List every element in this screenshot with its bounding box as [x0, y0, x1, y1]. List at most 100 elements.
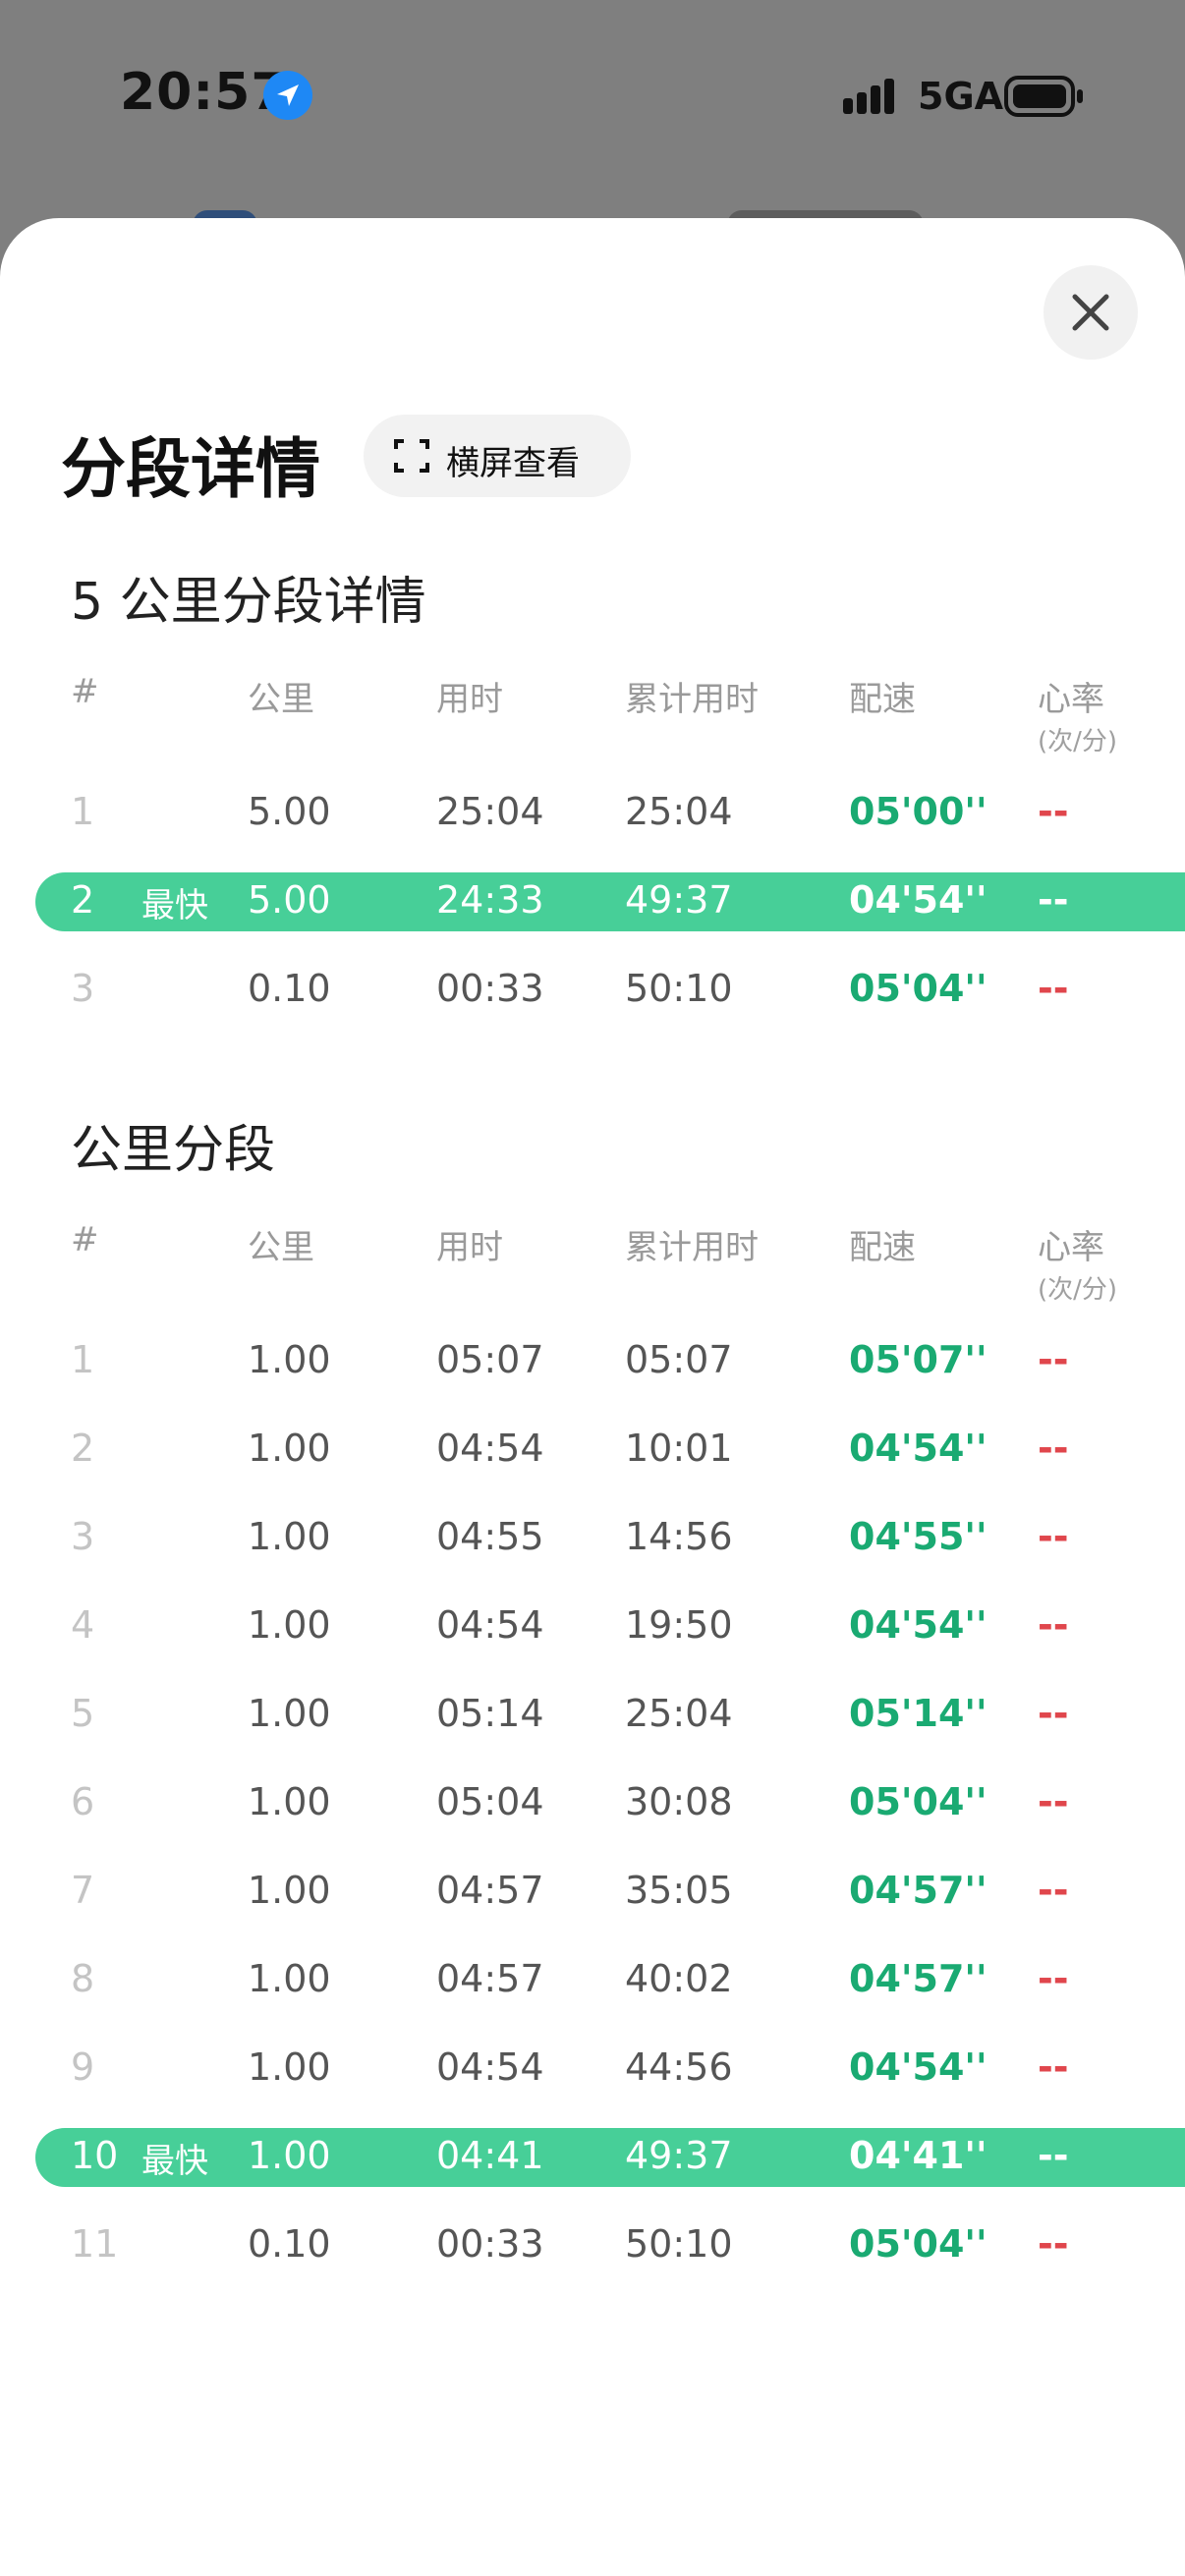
page-title: 分段详情	[61, 431, 320, 507]
row-cumulative: 49:37	[625, 2134, 733, 2177]
row-km: 5.00	[248, 878, 331, 922]
row-index: 3	[71, 967, 95, 1010]
row-pace: 04'41''	[849, 2134, 988, 2177]
row-cumulative: 49:37	[625, 878, 733, 922]
row-time: 04:55	[436, 1515, 544, 1558]
table-row: 3 1.00 04:55 14:56 04'55'' --	[0, 1509, 1185, 1568]
row-time: 05:04	[436, 1780, 544, 1823]
row-km: 0.10	[248, 967, 331, 1010]
header-pace: 配速	[849, 680, 916, 719]
header-cumulative: 累计用时	[625, 680, 759, 719]
landscape-view-button[interactable]: 横屏查看	[364, 415, 631, 497]
row-index: 2	[71, 878, 95, 922]
row-index: 1	[71, 1338, 95, 1381]
row-pace: 05'04''	[849, 2222, 988, 2266]
row-time: 04:57	[436, 1957, 544, 2000]
fullscreen-icon	[394, 439, 429, 473]
row-cumulative: 19:50	[625, 1603, 733, 1647]
row-heart-rate: --	[1038, 1869, 1069, 1912]
row-heart-rate: --	[1038, 1957, 1069, 2000]
row-pace: 04'54''	[849, 1603, 988, 1647]
row-pace: 04'54''	[849, 2045, 988, 2089]
header-time: 用时	[436, 680, 503, 719]
row-index: 3	[71, 1515, 95, 1558]
row-heart-rate: --	[1038, 2222, 1069, 2266]
row-heart-rate: --	[1038, 1780, 1069, 1823]
row-cumulative: 44:56	[625, 2045, 733, 2089]
row-time: 04:54	[436, 1427, 544, 1470]
row-heart-rate: --	[1038, 2045, 1069, 2089]
table-row: 1 5.00 25:04 25:04 05'00'' --	[0, 784, 1185, 843]
row-index: 1	[71, 790, 95, 833]
row-time: 04:57	[436, 1869, 544, 1912]
row-cumulative: 50:10	[625, 2222, 733, 2266]
close-icon	[1072, 294, 1109, 331]
row-km: 1.00	[248, 2134, 331, 2177]
table-row: 7 1.00 04:57 35:05 04'57'' --	[0, 1863, 1185, 1922]
header-pace: 配速	[849, 1228, 916, 1267]
row-km: 1.00	[248, 1427, 331, 1470]
table-row: 6 1.00 05:04 30:08 05'04'' --	[0, 1774, 1185, 1833]
table-row: 1 1.00 05:07 05:07 05'07'' --	[0, 1332, 1185, 1391]
row-cumulative: 40:02	[625, 1957, 733, 2000]
row-time: 25:04	[436, 790, 544, 833]
row-heart-rate: --	[1038, 1692, 1069, 1735]
row-km: 1.00	[248, 1869, 331, 1912]
row-time: 00:33	[436, 967, 544, 1010]
signal-icon	[843, 77, 908, 120]
row-pace: 04'57''	[849, 1869, 988, 1912]
row-km: 1.00	[248, 1692, 331, 1735]
section-title-km: 公里分段	[71, 1121, 276, 1180]
table-row-fastest: 10 最快 1.00 04:41 49:37 04'41'' --	[35, 2128, 1185, 2187]
row-time: 04:54	[436, 2045, 544, 2089]
row-index: 11	[71, 2222, 119, 2266]
header-cumulative: 累计用时	[625, 1228, 759, 1267]
row-cumulative: 50:10	[625, 967, 733, 1010]
row-index: 9	[71, 2045, 95, 2089]
row-pace: 04'54''	[849, 1427, 988, 1470]
row-pace: 04'54''	[849, 878, 988, 922]
row-heart-rate: --	[1038, 967, 1069, 1010]
header-heart-rate: 心率	[1038, 680, 1104, 719]
table-row: 4 1.00 04:54 19:50 04'54'' --	[0, 1597, 1185, 1656]
location-arrow-icon	[263, 71, 312, 120]
table-row-fastest: 2 最快 5.00 24:33 49:37 04'54'' --	[35, 872, 1185, 931]
row-heart-rate: --	[1038, 790, 1069, 833]
row-km: 1.00	[248, 1515, 331, 1558]
row-index: 8	[71, 1957, 95, 2000]
header-heart-rate-unit: (次/分)	[1038, 727, 1118, 756]
landscape-view-label: 横屏查看	[446, 444, 580, 483]
row-time: 05:07	[436, 1338, 544, 1381]
row-cumulative: 10:01	[625, 1427, 733, 1470]
header-time: 用时	[436, 1228, 503, 1267]
row-time: 00:33	[436, 2222, 544, 2266]
row-km: 5.00	[248, 790, 331, 833]
close-button[interactable]	[1044, 265, 1138, 360]
row-pace: 05'14''	[849, 1692, 988, 1735]
row-km: 0.10	[248, 2222, 331, 2266]
header-index: #	[71, 1220, 99, 1260]
status-time: 20:57	[120, 63, 288, 122]
fastest-badge: 最快	[141, 2142, 208, 2181]
row-cumulative: 35:05	[625, 1869, 733, 1912]
section-title-5k: 5 公里分段详情	[71, 573, 426, 632]
table-row: 9 1.00 04:54 44:56 04'54'' --	[0, 2040, 1185, 2099]
row-pace: 04'57''	[849, 1957, 988, 2000]
row-index: 7	[71, 1869, 95, 1912]
row-index: 5	[71, 1692, 95, 1735]
row-time: 24:33	[436, 878, 544, 922]
row-km: 1.00	[248, 2045, 331, 2089]
row-cumulative: 25:04	[625, 1692, 733, 1735]
header-index: #	[71, 672, 99, 711]
row-cumulative: 30:08	[625, 1780, 733, 1823]
row-heart-rate: --	[1038, 2134, 1069, 2177]
row-pace: 05'04''	[849, 967, 988, 1010]
row-index: 2	[71, 1427, 95, 1470]
row-pace: 04'55''	[849, 1515, 988, 1558]
header-heart-rate: 心率	[1038, 1228, 1104, 1267]
table-row: 8 1.00 04:57 40:02 04'57'' --	[0, 1951, 1185, 2010]
row-time: 04:41	[436, 2134, 544, 2177]
table-row: 3 0.10 00:33 50:10 05'04'' --	[0, 961, 1185, 1020]
row-index: 10	[71, 2134, 119, 2177]
network-type: 5GA	[918, 75, 1004, 118]
